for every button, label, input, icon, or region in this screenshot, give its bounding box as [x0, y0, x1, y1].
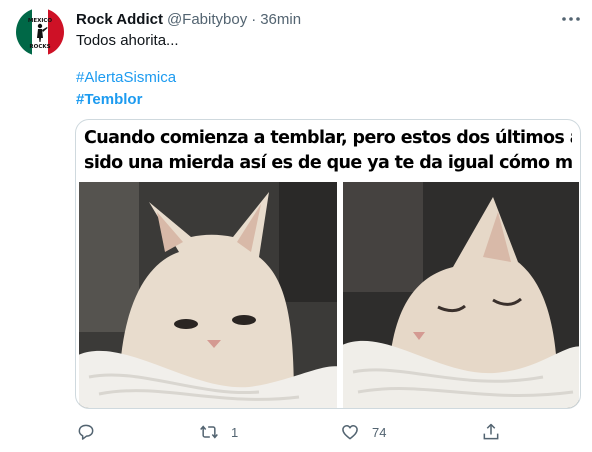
hashtag-link[interactable]: #Temblor [76, 90, 142, 110]
more-icon [562, 17, 580, 21]
more-button[interactable] [560, 10, 582, 28]
tweet[interactable]: MEXICO ROCKS Rock Addict @Fabityboy · 36… [0, 0, 592, 452]
retweet-icon [200, 425, 218, 439]
tweet-media[interactable]: Cuando comienza a temblar, pero estos do… [75, 119, 581, 409]
hashtag-link[interactable]: #AlertaSismica [76, 68, 176, 88]
tweet-actions: 1 74 [76, 420, 508, 444]
timestamp[interactable]: 36min [260, 11, 301, 28]
separator-dot: · [251, 10, 257, 28]
avatar[interactable]: MEXICO ROCKS [16, 8, 64, 56]
heart-icon [342, 425, 358, 440]
tweet-text: Todos ahorita... [76, 32, 179, 49]
handle[interactable]: @Fabityboy [167, 11, 247, 28]
reply-button[interactable] [76, 420, 108, 444]
meme-caption-line: sido una mierda así es de que ya te da i… [84, 153, 572, 173]
cat-photo-right [343, 182, 579, 408]
meme-caption: Cuando comienza a temblar, pero estos do… [76, 120, 580, 182]
meme-caption-line: Cuando comienza a temblar, pero estos do… [84, 128, 572, 148]
avatar-text-top: MEXICO [28, 18, 53, 24]
avatar-text-bottom: ROCKS [29, 44, 50, 50]
like-count: 74 [372, 424, 387, 440]
like-button[interactable]: 74 [340, 420, 386, 444]
tweet-header: Rock Addict @Fabityboy · 36min [76, 9, 301, 29]
share-icon [483, 423, 499, 440]
retweet-count: 1 [231, 424, 239, 440]
share-button[interactable] [481, 420, 501, 444]
display-name[interactable]: Rock Addict [76, 11, 163, 28]
retweet-button[interactable]: 1 [199, 420, 238, 444]
avatar-image: MEXICO ROCKS [16, 8, 64, 56]
cat-photo-left [79, 182, 337, 408]
reply-icon [78, 424, 94, 440]
